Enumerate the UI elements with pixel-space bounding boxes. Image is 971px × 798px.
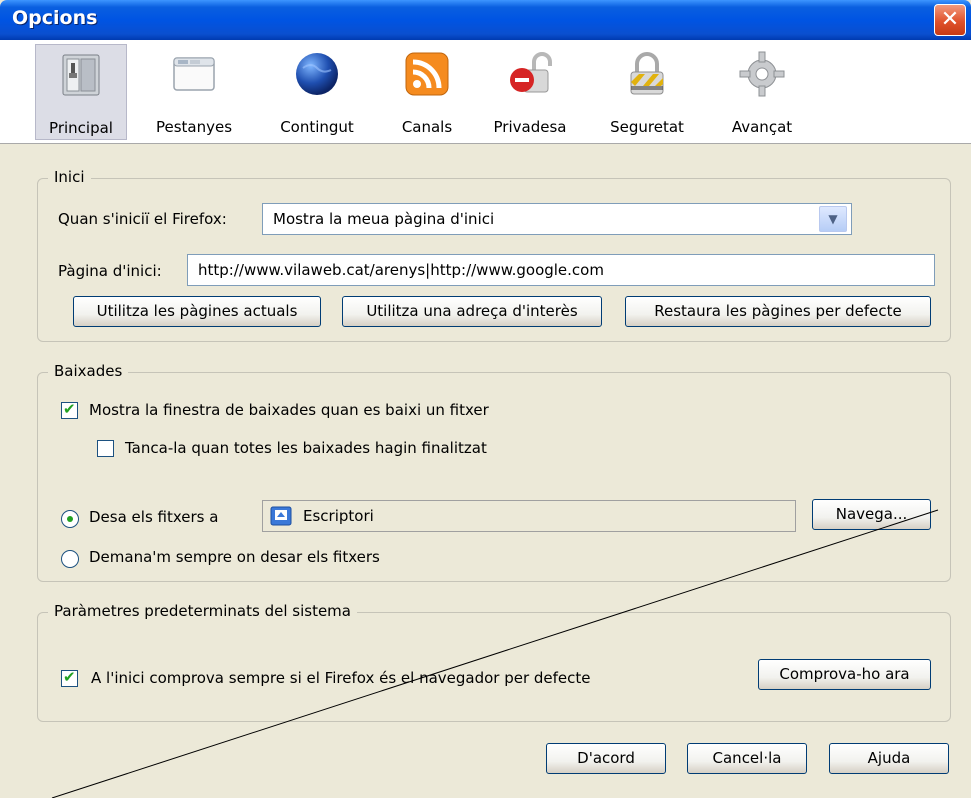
annotation-line (51, 509, 939, 798)
